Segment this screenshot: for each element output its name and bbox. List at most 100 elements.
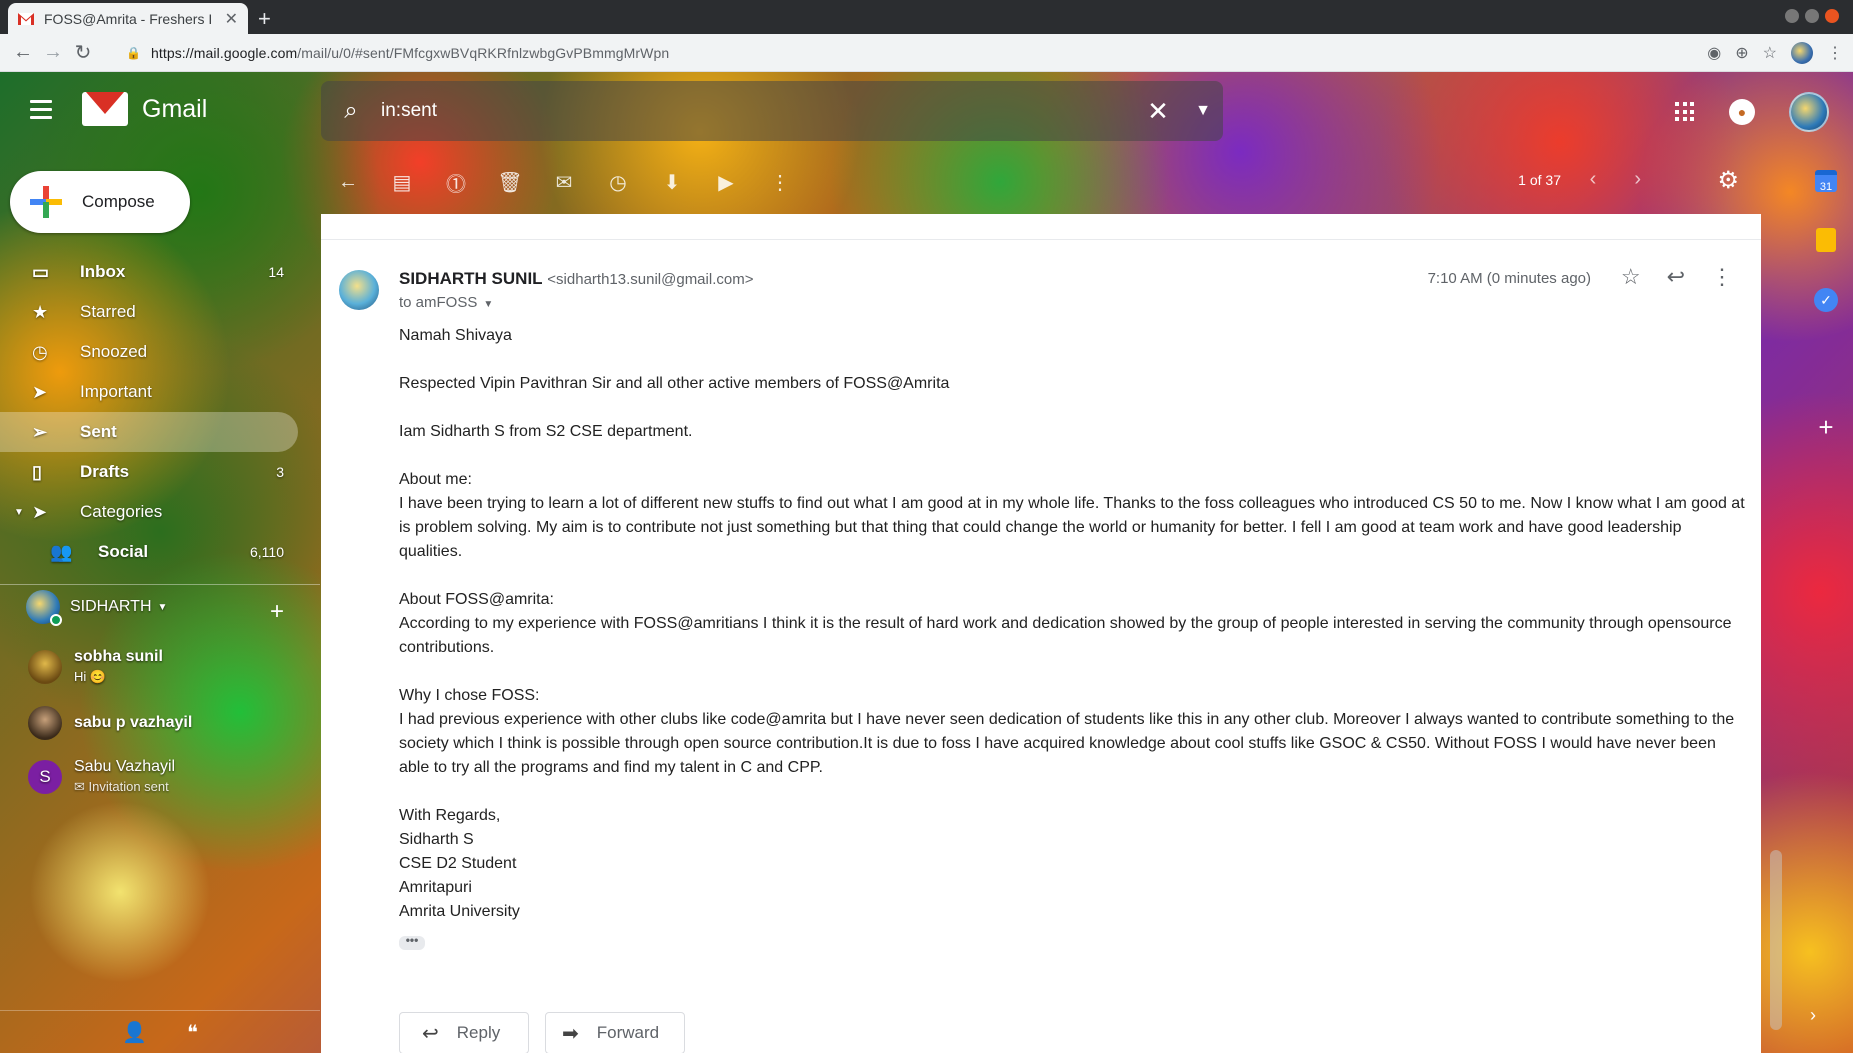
important-icon: ➤	[32, 381, 48, 402]
contacts-icon[interactable]: 👤	[122, 1020, 147, 1045]
forward-icon: ➡	[562, 1022, 579, 1045]
report-spam-icon[interactable]: ⓵	[429, 168, 483, 197]
signature-line: With Regards,	[399, 807, 501, 824]
move-to-inbox-icon[interactable]: ⬇	[645, 170, 699, 195]
sidebar-item-starred[interactable]: ★ Starred	[0, 292, 298, 332]
contact-name: sobha sunil	[74, 648, 163, 665]
hangouts-user[interactable]: SIDHARTH ▼	[26, 590, 168, 626]
delete-icon[interactable]: 🗑	[483, 170, 537, 195]
show-trimmed-content-button[interactable]: •••	[399, 934, 425, 950]
message-actions: ☆ ↩ ⋮	[1621, 264, 1733, 290]
archive-icon[interactable]: ▤	[375, 170, 429, 195]
settings-gear-icon[interactable]: ⚙	[1717, 166, 1739, 195]
browser-profile-avatar[interactable]	[1791, 42, 1813, 64]
add-contact-icon[interactable]: +	[270, 598, 284, 626]
snooze-icon[interactable]: ◷	[591, 170, 645, 195]
sidebar-item-label: Starred	[80, 302, 136, 321]
tasks-icon[interactable]: ✓	[1814, 288, 1838, 312]
maximize-window-button[interactable]	[1805, 9, 1819, 23]
sidebar-item-important[interactable]: ➤ Important	[0, 372, 298, 412]
sidebar-item-label: Categories	[80, 502, 163, 521]
sidebar-item-label: Inbox	[80, 262, 126, 281]
scrollbar[interactable]	[1770, 850, 1782, 1030]
sidebar-item-label: Sent	[80, 422, 117, 441]
sidebar-item-categories[interactable]: ▼ ➤ Categories	[0, 492, 298, 532]
draft-icon: ▯	[32, 461, 42, 482]
url-host: https://mail.google.com	[150, 44, 298, 61]
view-icon[interactable]: ◉	[1707, 43, 1721, 63]
sidebar-item-snoozed[interactable]: ◷ Snoozed	[0, 332, 298, 372]
hangouts-user-name: SIDHARTH	[70, 598, 152, 615]
sidebar-item-inbox[interactable]: ▭ Inbox 14	[0, 252, 298, 292]
more-vert-icon[interactable]: ⋮	[1711, 264, 1733, 290]
forward-button[interactable]: ➡ Forward	[545, 1012, 685, 1053]
star-icon[interactable]: ☆	[1621, 264, 1641, 290]
search-options-icon[interactable]: ▼	[1183, 102, 1223, 120]
back-arrow-icon[interactable]: ←	[321, 171, 375, 194]
show-details-icon[interactable]: ▼	[483, 299, 493, 310]
sidebar-item-sent[interactable]: ➢ Sent	[0, 412, 298, 452]
online-status-dot	[50, 614, 62, 626]
reply-button[interactable]: ↩ Reply	[399, 1012, 529, 1053]
zoom-icon[interactable]: ⊕	[1735, 43, 1748, 63]
account-avatar[interactable]	[1789, 92, 1829, 132]
label-icon: ➤	[32, 501, 48, 522]
close-tab-icon[interactable]: ✕	[225, 9, 238, 29]
search-icon[interactable]: ⌕	[321, 97, 381, 125]
notifications-icon[interactable]: ●	[1729, 99, 1755, 125]
back-icon[interactable]: ←	[8, 41, 38, 64]
people-icon: 👥	[50, 541, 73, 562]
message-time: 7:10 AM (0 minutes ago)	[1427, 270, 1591, 287]
url-path: /mail/u/0/#sent/FMfcgxwBVqRKRfnlzwbgGvPB…	[297, 44, 670, 61]
sidebar-item-count: 6,110	[250, 544, 284, 560]
reload-icon[interactable]: ↻	[68, 40, 98, 65]
close-window-button[interactable]	[1825, 9, 1839, 23]
main-menu-icon[interactable]	[30, 100, 60, 119]
body-paragraph: Iam Sidharth S from S2 CSE department.	[399, 423, 693, 440]
forward-icon[interactable]: →	[38, 41, 68, 64]
gmail-logo[interactable]: Gmail	[82, 92, 207, 126]
hangouts-icon[interactable]: ❝	[187, 1020, 198, 1045]
sender-name[interactable]: SIDHARTH SUNIL	[399, 269, 543, 288]
avatar	[28, 706, 62, 740]
minimize-window-button[interactable]	[1785, 9, 1799, 23]
reply-icon[interactable]: ↩	[1667, 264, 1685, 290]
mark-unread-icon[interactable]: ✉	[537, 170, 591, 195]
body-heading: About me:	[399, 471, 472, 488]
message-body: Namah Shivaya Respected Vipin Pavithran …	[399, 324, 1749, 924]
expand-side-panel-icon[interactable]: ›	[1810, 1005, 1816, 1026]
google-apps-icon[interactable]	[1675, 102, 1695, 122]
get-addons-icon[interactable]: +	[1818, 412, 1833, 443]
keep-icon[interactable]	[1816, 228, 1836, 252]
signature-line: Sidharth S	[399, 831, 474, 848]
newer-icon[interactable]: ‹	[1590, 168, 1597, 191]
clear-search-icon[interactable]: ✕	[1133, 96, 1183, 127]
compose-button[interactable]: Compose	[10, 171, 190, 233]
new-tab-icon[interactable]: +	[258, 6, 271, 32]
sidebar-item-social[interactable]: 👥 Social 6,110	[0, 532, 298, 572]
address-bar-actions: ◉ ⊕ ☆ ⋮	[1707, 42, 1843, 64]
url-field[interactable]: https://mail.google.com/mail/u/0/#sent/F…	[151, 45, 669, 61]
older-icon[interactable]: ›	[1634, 168, 1641, 191]
hangouts-contact[interactable]: sabu p vazhayil	[28, 706, 192, 740]
browser-menu-icon[interactable]: ⋮	[1827, 43, 1843, 63]
more-vert-icon[interactable]: ⋮	[753, 170, 807, 195]
recipients-line[interactable]: to amFOSS ▼	[399, 294, 493, 311]
send-icon: ➢	[32, 421, 48, 442]
collapse-caret-icon[interactable]: ▼	[14, 507, 32, 518]
sidebar-divider	[0, 584, 320, 585]
lock-icon[interactable]: 🔒	[126, 46, 141, 60]
sender-line: SIDHARTH SUNIL <sidharth13.sunil@gmail.c…	[399, 269, 753, 289]
hangouts-contact[interactable]: S Sabu Vazhayil ✉ Invitation sent	[28, 758, 175, 795]
sidebar-item-drafts[interactable]: ▯ Drafts 3	[0, 452, 298, 492]
search-input[interactable]	[381, 100, 1133, 122]
hangouts-contact[interactable]: sobha sunil Hi 😊	[28, 648, 163, 685]
bookmark-star-icon[interactable]: ☆	[1763, 43, 1777, 63]
calendar-icon[interactable]: 31	[1815, 170, 1837, 193]
sidebar-item-label: Important	[80, 382, 152, 401]
inbox-icon: ▭	[32, 261, 50, 282]
chevron-down-icon[interactable]: ▼	[158, 602, 168, 613]
sender-avatar[interactable]	[339, 270, 379, 310]
browser-tab[interactable]: FOSS@Amrita - Freshers I ✕	[8, 3, 248, 34]
label-icon[interactable]: ▶	[699, 170, 753, 195]
